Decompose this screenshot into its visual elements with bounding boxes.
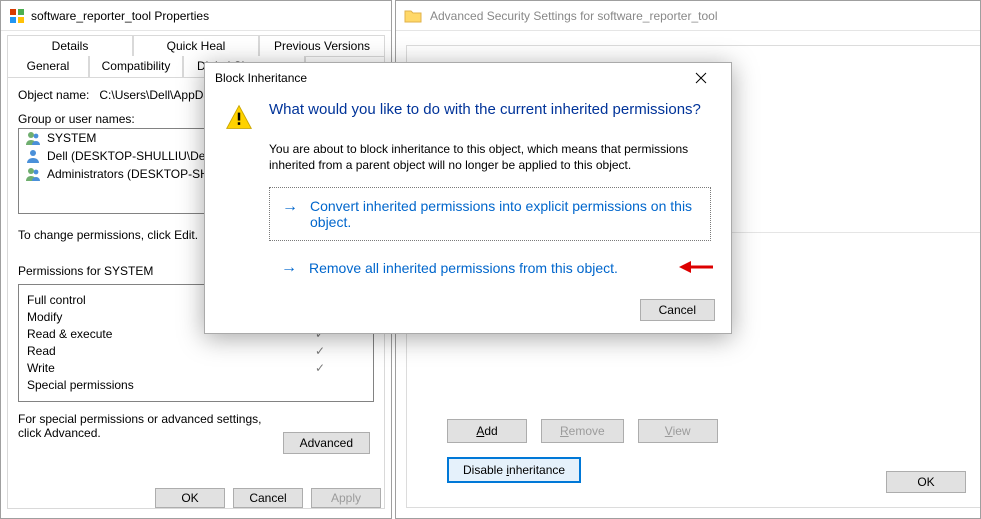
add-button[interactable]: Add xyxy=(447,419,527,443)
tab-previous-versions[interactable]: Previous Versions xyxy=(259,35,385,56)
arrow-right-icon: → xyxy=(281,260,297,276)
option-label: Convert inherited permissions into expli… xyxy=(310,198,698,230)
dialog-titlebar[interactable]: Block Inheritance xyxy=(205,63,731,93)
user-icon xyxy=(25,130,41,146)
group-item-label: SYSTEM xyxy=(47,131,96,145)
tab-quick-heal[interactable]: Quick Heal xyxy=(133,35,259,56)
tab-compatibility[interactable]: Compatibility xyxy=(89,56,183,78)
option-label: Remove all inherited permissions from th… xyxy=(309,260,618,276)
arrow-right-icon: → xyxy=(282,199,298,215)
tab-details[interactable]: Details xyxy=(7,35,133,56)
folder-icon xyxy=(404,8,422,24)
annotation-arrow-icon xyxy=(679,259,713,278)
user-icon xyxy=(25,166,41,182)
perm-label: Read xyxy=(27,344,305,358)
tab-general[interactable]: General xyxy=(7,56,89,78)
ok-button[interactable]: OK xyxy=(886,471,966,493)
properties-titlebar[interactable]: software_reporter_tool Properties xyxy=(1,1,391,31)
block-inheritance-dialog: Block Inheritance What would you like to… xyxy=(204,62,732,334)
object-name-value: C:\Users\Dell\AppData xyxy=(99,88,220,102)
app-icon xyxy=(9,8,25,24)
disable-inheritance-button[interactable]: Disable inheritance xyxy=(447,457,581,483)
dialog-heading: What would you like to do with the curre… xyxy=(269,101,701,118)
option-convert-permissions[interactable]: → Convert inherited permissions into exp… xyxy=(269,187,711,241)
view-button: View xyxy=(638,419,718,443)
warning-icon xyxy=(225,103,253,131)
dialog-description: You are about to block inheritance to th… xyxy=(269,141,699,173)
dialog-title: Block Inheritance xyxy=(215,71,307,85)
group-item-label: Dell (DESKTOP-SHULLIU\Dell) xyxy=(47,149,215,163)
advanced-titlebar[interactable]: Advanced Security Settings for software_… xyxy=(396,1,980,31)
object-name-label: Object name: xyxy=(18,88,89,102)
user-icon xyxy=(25,148,41,164)
perm-label: Write xyxy=(27,361,305,375)
check-icon: ✓ xyxy=(305,361,335,375)
cancel-button[interactable]: Cancel xyxy=(640,299,715,321)
perm-label: Special permissions xyxy=(27,378,305,392)
advanced-hint: For special permissions or advanced sett… xyxy=(18,412,278,440)
close-icon[interactable] xyxy=(681,64,721,92)
advanced-button[interactable]: Advanced xyxy=(283,432,370,454)
option-remove-permissions[interactable]: → Remove all inherited permissions from … xyxy=(269,255,711,280)
properties-title: software_reporter_tool Properties xyxy=(31,9,209,23)
remove-button: Remove xyxy=(541,419,624,443)
advanced-title: Advanced Security Settings for software_… xyxy=(430,9,717,23)
check-icon: ✓ xyxy=(305,344,335,358)
